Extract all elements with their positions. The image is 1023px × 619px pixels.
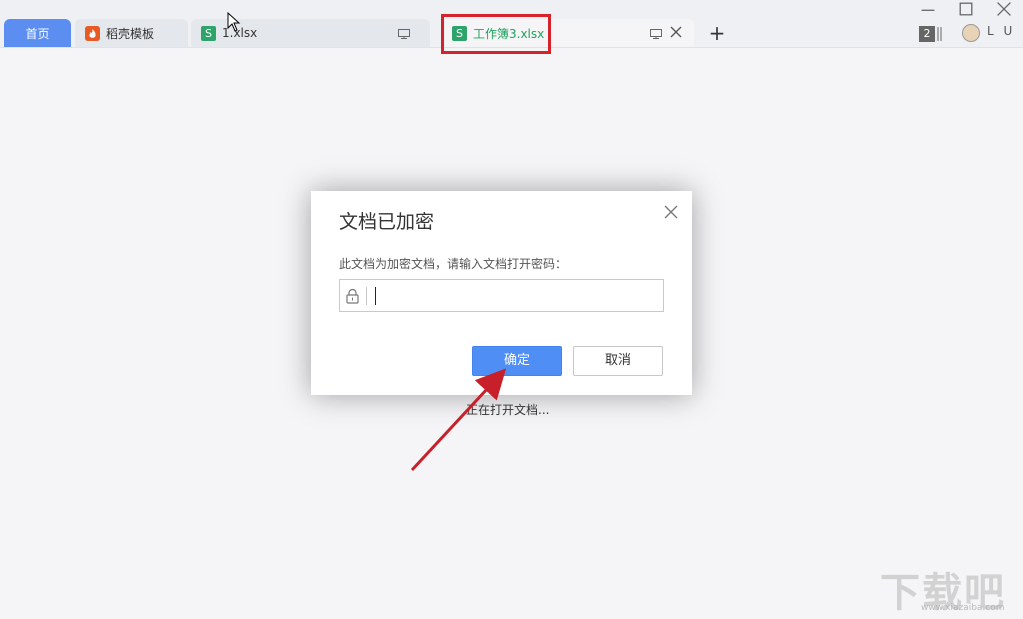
tab-close-icon[interactable] <box>670 26 682 38</box>
confirm-button[interactable]: 确定 <box>472 346 562 376</box>
text-caret <box>375 287 376 305</box>
tab-workbook3-label: 工作簿3.xlsx <box>473 26 545 41</box>
mouse-cursor-icon <box>227 12 241 32</box>
password-field-divider <box>366 287 367 305</box>
tab-home[interactable]: 首页 <box>4 19 71 47</box>
monitor-icon[interactable] <box>650 29 662 39</box>
spreadsheet-icon: S <box>452 25 467 41</box>
tab-daoke-template[interactable]: 稻壳模板 <box>75 19 188 47</box>
spreadsheet-icon: S <box>201 25 216 41</box>
password-field[interactable] <box>339 279 664 312</box>
user-avatar[interactable] <box>962 24 980 42</box>
window-count-badge[interactable]: 2 <box>919 26 935 42</box>
lock-icon <box>346 288 359 304</box>
window-controls <box>919 0 1013 18</box>
new-tab-button[interactable]: + <box>706 22 728 44</box>
dialog-title: 文档已加密 <box>339 211 435 233</box>
dialog-message: 此文档为加密文档，请输入文档打开密码： <box>339 257 568 271</box>
cancel-button[interactable]: 取消 <box>573 346 663 376</box>
title-bar: 首页 稻壳模板 S 1.xlsx S 工作簿3.xlsx + 2 L U <box>0 0 1023 54</box>
monitor-icon[interactable] <box>398 29 410 39</box>
password-input[interactable] <box>371 282 657 309</box>
daoke-flame-icon <box>85 25 100 41</box>
encrypted-document-dialog: 文档已加密 此文档为加密文档，请输入文档打开密码： 确定 取消 <box>311 191 692 395</box>
tab-workbook3-xlsx[interactable]: S 工作簿3.xlsx <box>442 19 694 47</box>
tab-home-label: 首页 <box>25 26 50 41</box>
opening-status-text: 正在打开文档... <box>466 403 550 417</box>
user-name[interactable]: L U <box>987 24 1015 38</box>
dialog-close-icon[interactable] <box>663 204 679 220</box>
tab-daoke-label: 稻壳模板 <box>106 26 155 41</box>
watermark-url: www.xiazaiba.com <box>921 603 1005 613</box>
window-list-icon[interactable] <box>937 26 943 42</box>
minimize-icon[interactable] <box>919 0 937 18</box>
maximize-icon[interactable] <box>957 0 975 18</box>
close-icon[interactable] <box>995 0 1013 18</box>
